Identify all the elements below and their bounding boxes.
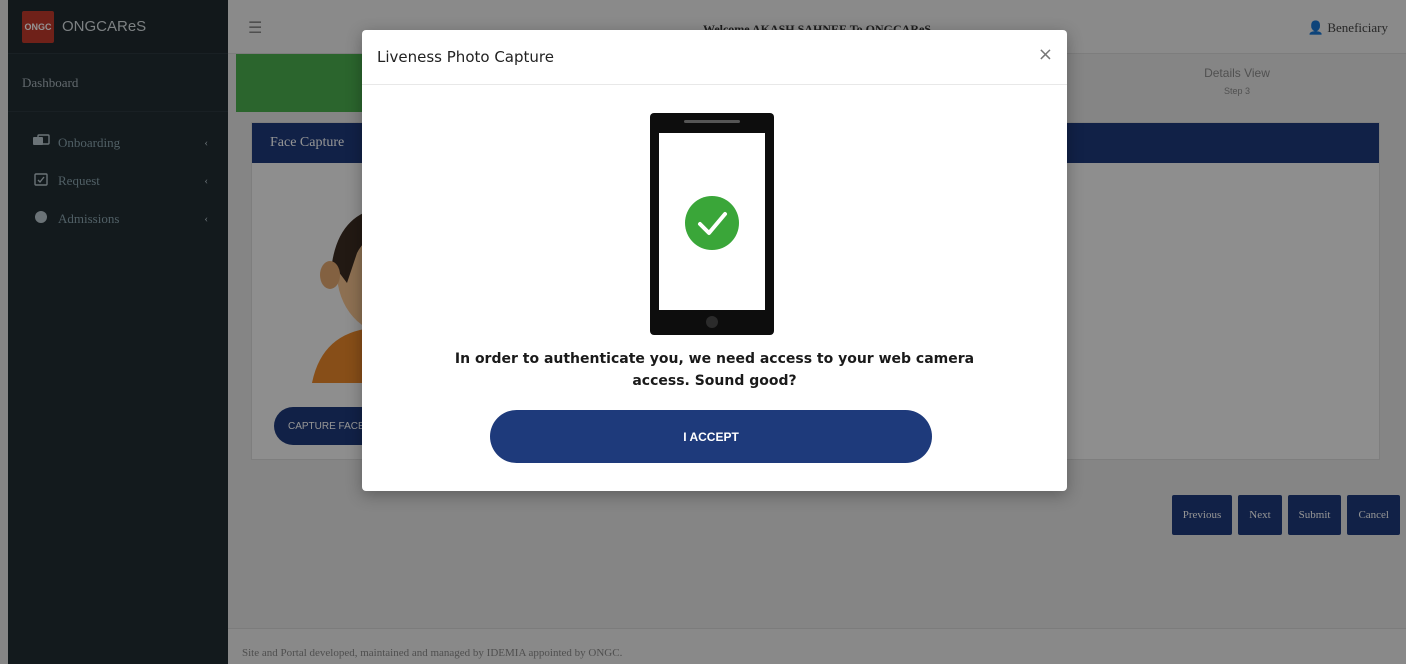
modal-message-line1: In order to authenticate you, we need ac… <box>454 351 975 367</box>
modal-message: In order to authenticate you, we need ac… <box>422 348 1007 392</box>
phone-check-illustration <box>650 113 774 335</box>
modal-title: Liveness Photo Capture <box>362 30 1067 85</box>
liveness-modal: Liveness Photo Capture × In order to aut… <box>362 30 1067 491</box>
modal-message-line2: access. Sound good? <box>632 373 797 389</box>
close-icon[interactable]: × <box>1038 44 1053 65</box>
accept-button[interactable]: I ACCEPT <box>490 410 932 463</box>
